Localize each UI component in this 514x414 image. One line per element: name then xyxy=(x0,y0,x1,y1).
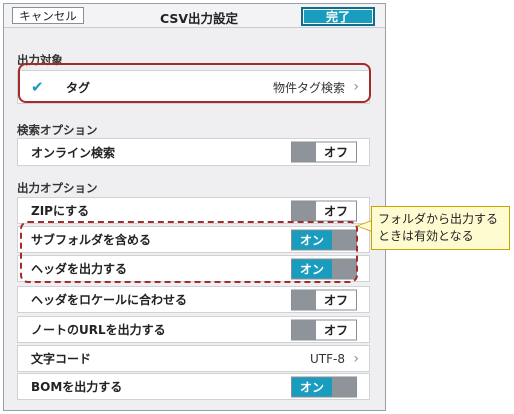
toggle-state: オン xyxy=(292,377,332,396)
toggle-knob xyxy=(292,290,316,309)
online-search-label: オンライン検索 xyxy=(31,145,116,160)
zip-label: ZIPにする xyxy=(31,204,90,218)
header-locale-label: ヘッダをロケールに合わせる xyxy=(31,293,188,307)
toggle-knob xyxy=(332,377,356,396)
header-locale-toggle[interactable]: オフ xyxy=(291,289,357,310)
cancel-button[interactable]: キャンセル xyxy=(12,7,84,24)
section-label-output-options: 出力オプション xyxy=(17,181,98,195)
screenshot-frame: キャンセル CSV出力設定 完了 出力対象 ✔ タグ 物件タグ検索 › 検索オプ… xyxy=(0,0,514,414)
charset-label: 文字コード xyxy=(31,352,92,366)
charset-value: UTF-8 xyxy=(310,351,345,366)
row-note-url: ノートのURLを出力する オフ xyxy=(17,316,370,343)
row-online-search: オンライン検索 オフ xyxy=(17,138,370,166)
toggle-state: オフ xyxy=(316,290,356,309)
note-url-toggle[interactable]: オフ xyxy=(291,319,357,340)
toggle-knob xyxy=(292,201,316,220)
title-bar: キャンセル CSV出力設定 完了 xyxy=(4,4,385,28)
row-charset[interactable]: 文字コード UTF-8 › xyxy=(17,345,370,372)
bom-toggle[interactable]: オン xyxy=(291,376,357,397)
highlight-box-output-target xyxy=(18,63,371,103)
section-label-search-options: 検索オプション xyxy=(17,123,98,137)
row-bom: BOMを出力する オン xyxy=(17,373,370,400)
row-header-locale: ヘッダをロケールに合わせる オフ xyxy=(17,286,370,313)
toggle-state: オフ xyxy=(316,201,356,220)
toggle-knob xyxy=(292,320,316,339)
page-title: CSV出力設定 xyxy=(159,11,239,26)
zip-toggle[interactable]: オフ xyxy=(291,200,357,221)
online-search-toggle[interactable]: オフ xyxy=(291,141,357,163)
callout-pointer-fill xyxy=(358,221,372,231)
bom-label: BOMを出力する xyxy=(31,380,123,394)
toggle-state: オフ xyxy=(316,320,356,339)
toggle-knob xyxy=(292,142,316,162)
toggle-state: オフ xyxy=(316,142,356,162)
row-zip: ZIPにする オフ xyxy=(17,197,370,224)
highlight-box-dashed xyxy=(20,221,358,283)
chevron-right-icon: › xyxy=(353,350,359,367)
note-url-label: ノートのURLを出力する xyxy=(31,323,166,337)
done-button[interactable]: 完了 xyxy=(301,7,375,26)
callout-note: フォルダから出力するときは有効となる xyxy=(371,206,510,250)
